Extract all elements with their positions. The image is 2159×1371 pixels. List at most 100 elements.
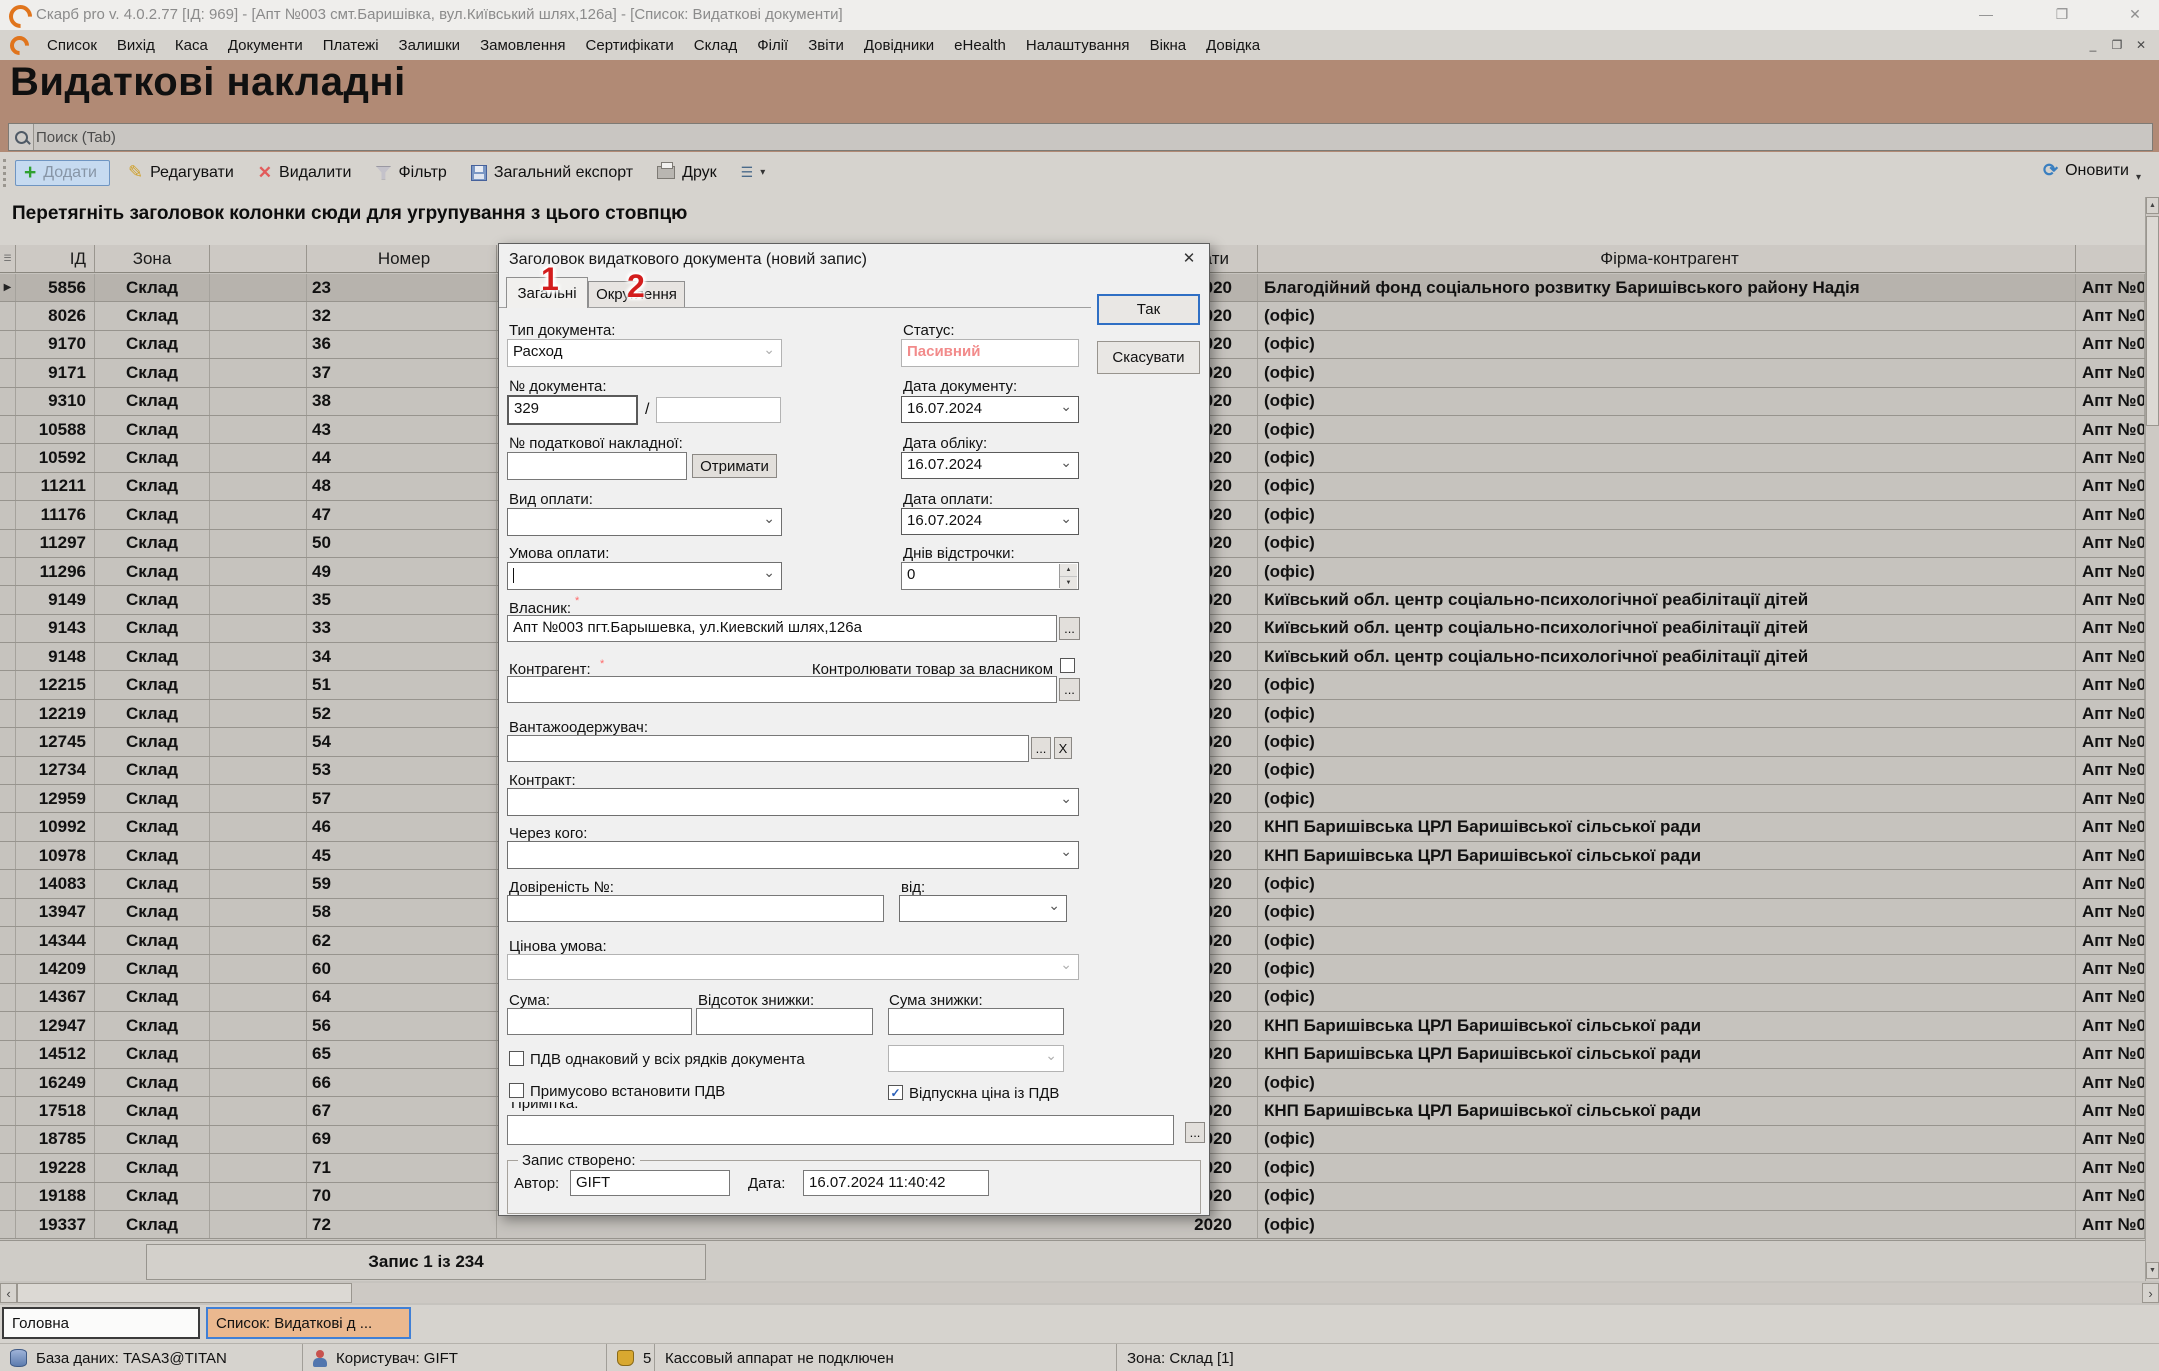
mdi-close-icon[interactable]: ✕	[2130, 36, 2152, 55]
menu-item[interactable]: Довідка	[1196, 37, 1270, 54]
via-whom-select[interactable]	[507, 841, 1079, 869]
menu-item[interactable]: Список	[37, 37, 107, 54]
doc-type-select[interactable]: Расход	[507, 339, 782, 367]
cell-apt: Апт №0	[2076, 1154, 2145, 1181]
column-header-zone[interactable]: Зона	[95, 245, 210, 272]
vat-same-label: ПДВ однаковий у всіх рядків документа	[530, 1051, 805, 1068]
contragent-field[interactable]	[507, 676, 1057, 703]
menu-item[interactable]: Вихід	[107, 37, 165, 54]
scroll-right-icon[interactable]: ›	[2142, 1283, 2159, 1303]
consignee-clear-button[interactable]: X	[1054, 737, 1072, 759]
discount-sum-input[interactable]	[888, 1008, 1064, 1035]
note-browse-button[interactable]: ...	[1185, 1122, 1205, 1143]
discount-percent-input[interactable]	[696, 1008, 873, 1035]
cell-number: 62	[307, 927, 497, 954]
vat-same-checkbox[interactable]	[509, 1051, 524, 1066]
scroll-up-icon[interactable]: ▲	[2146, 197, 2159, 214]
menu-item[interactable]: Каса	[165, 37, 218, 54]
menu-item[interactable]: Замовлення	[470, 37, 575, 54]
menu-item[interactable]: Склад	[684, 37, 747, 54]
menu-item[interactable]: Звіти	[798, 37, 854, 54]
vertical-scroll-thumb[interactable]	[2146, 216, 2159, 426]
search-box[interactable]	[8, 123, 2153, 151]
scroll-left-icon[interactable]: ‹	[0, 1283, 17, 1303]
edit-button[interactable]: ✎ Редагувати	[128, 162, 234, 183]
vat-rate-select[interactable]	[888, 1045, 1064, 1072]
horizontal-scrollbar[interactable]: ‹ ›	[0, 1283, 2159, 1303]
spin-up-icon[interactable]: ▲	[1060, 564, 1077, 577]
close-icon[interactable]: ✕	[2113, 2, 2157, 27]
scroll-down-icon[interactable]: ▼	[2146, 1262, 2159, 1279]
sum-input[interactable]	[507, 1008, 692, 1035]
doc-number-suffix-input[interactable]	[656, 397, 781, 423]
dialog-close-icon[interactable]: ✕	[1179, 249, 1199, 269]
menu-item[interactable]: Платежі	[313, 37, 389, 54]
cancel-button[interactable]: Скасувати	[1097, 341, 1200, 374]
column-header-number[interactable]: Номер	[307, 245, 497, 272]
menu-item[interactable]: Довідники	[854, 37, 944, 54]
owner-browse-button[interactable]: ...	[1059, 617, 1080, 640]
column-header-blank[interactable]	[210, 245, 307, 272]
consignee-field[interactable]	[507, 735, 1029, 762]
maximize-icon[interactable]: ❐	[2040, 2, 2084, 27]
vat-force-checkbox[interactable]	[509, 1083, 524, 1098]
refresh-button[interactable]: ⟳ Оновити ▾	[2043, 160, 2141, 181]
group-by-band[interactable]: Перетягніть заголовок колонки сюди для у…	[0, 193, 2159, 245]
menu-item[interactable]: Сертифікати	[576, 37, 684, 54]
payment-kind-select[interactable]	[507, 508, 782, 536]
view-options-button[interactable]: ☰ ▾	[741, 164, 766, 181]
print-button[interactable]: Друк	[657, 164, 717, 182]
menu-item[interactable]: eHealth	[944, 37, 1016, 54]
doc-number-input[interactable]: 329	[507, 395, 638, 425]
doc-date-select[interactable]: 16.07.2024	[901, 396, 1079, 423]
payment-date-select[interactable]: 16.07.2024	[901, 508, 1079, 535]
menu-item[interactable]: Налаштування	[1016, 37, 1140, 54]
mdi-restore-icon[interactable]: ❐	[2106, 36, 2128, 55]
tab-list-documents[interactable]: Список: Видаткові д ...	[206, 1307, 411, 1339]
price-condition-select[interactable]	[507, 954, 1079, 980]
vat-price-checkbox[interactable]: ✓	[888, 1085, 903, 1100]
control-by-owner-checkbox[interactable]	[1060, 658, 1075, 673]
menu-item[interactable]: Документи	[218, 37, 313, 54]
horizontal-scroll-thumb[interactable]	[17, 1283, 352, 1303]
vertical-scrollbar[interactable]: ▲ ▼	[2145, 197, 2159, 1281]
proxy-from-select[interactable]	[899, 895, 1067, 922]
mdi-minimize-icon[interactable]: _	[2082, 36, 2104, 55]
delay-days-stepper[interactable]: 0 ▲▼	[901, 562, 1079, 590]
column-header-id[interactable]: ІД	[16, 245, 95, 272]
cell-number: 44	[307, 444, 497, 471]
author-field[interactable]: GIFT	[570, 1170, 730, 1196]
spin-down-icon[interactable]: ▼	[1060, 577, 1077, 589]
ok-button[interactable]: Так	[1097, 294, 1200, 325]
cell-zone: Склад	[95, 813, 210, 840]
cell-number: 59	[307, 870, 497, 897]
contragent-browse-button[interactable]: ...	[1059, 678, 1080, 701]
search-input[interactable]	[34, 128, 2152, 147]
column-header-firm[interactable]: Фірма-контрагент	[1258, 245, 2076, 272]
consignee-browse-button[interactable]: ...	[1031, 737, 1051, 759]
tax-invoice-input[interactable]	[507, 452, 687, 480]
account-date-select[interactable]: 16.07.2024	[901, 452, 1079, 479]
delete-button[interactable]: ✕ Видалити	[258, 163, 352, 183]
column-header-apt[interactable]	[2076, 245, 2145, 272]
filter-button[interactable]: Фільтр	[375, 164, 446, 182]
get-button[interactable]: Отримати	[692, 454, 777, 478]
menu-item[interactable]: Вікна	[1140, 37, 1197, 54]
owner-field[interactable]: Апт №003 пгт.Барышевка, ул.Киевский шлях…	[507, 615, 1057, 642]
payment-term-select[interactable]	[507, 562, 782, 590]
export-button[interactable]: Загальний експорт	[471, 164, 633, 182]
spinner-icons[interactable]: ▲▼	[1059, 564, 1077, 588]
add-button[interactable]: + Додати	[15, 160, 110, 186]
proxy-number-input[interactable]	[507, 895, 884, 922]
menu-item[interactable]: Філії	[747, 37, 798, 54]
minimize-icon[interactable]: —	[1964, 2, 2008, 27]
tab-home[interactable]: Головна	[2, 1307, 200, 1339]
cell-firm: (офіс)	[1258, 331, 2076, 358]
toolbar-grip[interactable]	[3, 159, 9, 187]
note-input[interactable]	[507, 1115, 1174, 1145]
created-date-field[interactable]: 16.07.2024 11:40:42	[803, 1170, 989, 1196]
contract-select[interactable]	[507, 788, 1079, 816]
cell-blank	[210, 1012, 307, 1039]
edit-label: Редагувати	[150, 164, 234, 182]
menu-item[interactable]: Залишки	[389, 37, 471, 54]
